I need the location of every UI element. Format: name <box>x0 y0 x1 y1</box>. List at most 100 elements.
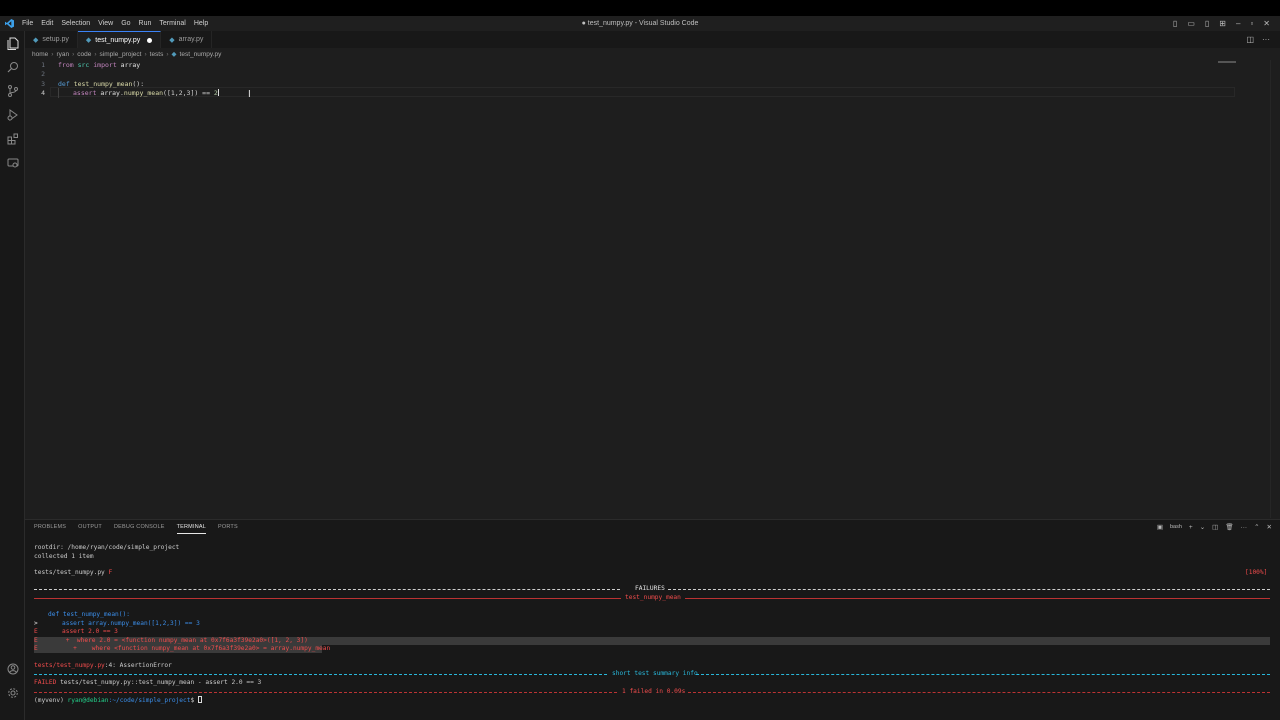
more-actions-icon[interactable]: ··· <box>1241 524 1248 531</box>
source-control-icon[interactable] <box>5 83 20 98</box>
python-file-icon: ◆ <box>33 36 39 44</box>
python-file-icon: ◆ <box>85 37 92 44</box>
tab-array-py[interactable]: ◆ array.py <box>161 31 213 48</box>
failure-test-name: test_numpy_mean <box>625 594 681 601</box>
code-line: 1 from src import array <box>25 60 1225 70</box>
remote-explorer-icon[interactable] <box>5 155 20 170</box>
activity-bar <box>0 31 25 720</box>
summary-separator-left <box>34 674 607 675</box>
panel-tabs: PROBLEMS OUTPUT DEBUG CONSOLE TERMINAL P… <box>34 524 238 534</box>
result-separator-right <box>688 691 1270 693</box>
tab-terminal[interactable]: TERMINAL <box>176 524 206 534</box>
editor-actions: ◫ ··· <box>1246 31 1270 48</box>
editor-scrollbar[interactable] <box>1270 60 1276 518</box>
tab-label: test_numpy.py <box>95 36 141 44</box>
kill-terminal-icon[interactable]: 🗑 <box>1225 523 1233 531</box>
separator-left <box>34 589 620 590</box>
toggle-panel-icon[interactable]: ▭ <box>1187 19 1195 28</box>
tab-debug-console[interactable]: DEBUG CONSOLE <box>114 524 165 534</box>
menu-go[interactable]: Go <box>117 16 134 31</box>
breadcrumb-item[interactable]: simple_project <box>100 51 142 58</box>
terminal-prompt[interactable]: (myvenv) ryan@debian:~/code/simple_proje… <box>34 696 202 705</box>
terminal-line: E + where <function numpy_mean at 0x7f6a… <box>34 645 331 652</box>
new-terminal-icon[interactable]: + <box>1189 524 1193 531</box>
menu-view[interactable]: View <box>94 16 117 31</box>
panel-actions: ▣ bash + ⌄ ◫ 🗑 ··· ⌃ ✕ <box>1156 523 1272 532</box>
breadcrumb: home › ryan › code › simple_project › tests ›… <box>32 49 221 59</box>
vscode-window: File Edit Selection View Go Run Terminal… <box>0 0 1280 720</box>
breadcrumb-item[interactable]: ryan <box>56 51 69 58</box>
editor-tab-bar: ◆ setup.py ◆ test_numpy.py ◆ array.py ◫ … <box>25 31 1280 48</box>
title-bar: File Edit Selection View Go Run Terminal… <box>0 16 1280 31</box>
search-icon[interactable] <box>5 59 20 74</box>
menu-selection[interactable]: Selection <box>57 16 94 31</box>
close-window-icon[interactable]: ✕ <box>1263 19 1270 28</box>
settings-gear-icon[interactable] <box>5 685 20 700</box>
breadcrumb-item[interactable]: code <box>77 51 91 58</box>
terminal-output[interactable]: rootdir: /home/ryan/code/simple_project … <box>34 544 1274 719</box>
tab-problems[interactable]: PROBLEMS <box>34 524 66 534</box>
shell-name[interactable]: bash <box>1170 524 1182 530</box>
indent-guide <box>58 88 59 98</box>
vscode-logo-icon <box>0 16 18 31</box>
code-line: 4 assert array.numpy_mean([1,2,3]) == 2 <box>25 89 1225 99</box>
explorer-icon[interactable] <box>5 36 20 51</box>
tab-label: setup.py <box>42 36 69 43</box>
menu-help[interactable]: Help <box>190 16 212 31</box>
result-separator-left <box>34 691 617 693</box>
line-number: 3 <box>41 79 45 88</box>
failure-separator-left <box>34 598 621 599</box>
menu-file[interactable]: File <box>18 16 37 31</box>
code-text: from src import array <box>58 60 141 69</box>
menu-edit[interactable]: Edit <box>37 16 57 31</box>
chevron-right-icon: › <box>166 50 169 58</box>
chevron-right-icon: › <box>144 50 147 58</box>
window-controls: ▯ ▭ ▯ ⊞ – ▫ ✕ <box>1173 16 1280 31</box>
line-number: 1 <box>41 60 45 69</box>
terminal-line: tests/test_numpy.py:4: AssertionError <box>34 661 172 669</box>
breadcrumb-item[interactable]: test_numpy.py <box>180 51 222 58</box>
chevron-right-icon: › <box>51 50 54 58</box>
tab-setup-py[interactable]: ◆ setup.py <box>25 31 78 48</box>
minimize-icon[interactable]: – <box>1236 19 1240 28</box>
menu-run[interactable]: Run <box>135 16 156 31</box>
more-actions-icon[interactable]: ··· <box>1262 35 1270 44</box>
tab-test-numpy-py[interactable]: ◆ test_numpy.py <box>77 31 162 48</box>
minimap[interactable] <box>1218 61 1236 63</box>
tab-label: array.py <box>178 36 204 43</box>
tab-output[interactable]: OUTPUT <box>78 524 102 534</box>
maximize-icon[interactable]: ▫ <box>1250 19 1253 28</box>
account-icon[interactable] <box>5 661 20 676</box>
maximize-panel-icon[interactable]: ⌃ <box>1254 523 1259 531</box>
code-line: 2 <box>25 70 1225 80</box>
toggle-secondary-sidebar-icon[interactable]: ▯ <box>1205 19 1209 28</box>
breadcrumb-item[interactable]: home <box>32 51 48 58</box>
mouse-ibeam-icon: I <box>248 89 251 100</box>
terminal-line: rootdir: /home/ryan/code/simple_project <box>34 544 180 551</box>
tab-ports[interactable]: PORTS <box>218 524 238 534</box>
unsaved-dot-icon[interactable] <box>147 37 153 43</box>
split-editor-icon[interactable]: ◫ <box>1246 35 1254 44</box>
bottom-panel: PROBLEMS OUTPUT DEBUG CONSOLE TERMINAL P… <box>25 519 1280 720</box>
terminal-line: def test_numpy_mean(): <box>48 611 130 618</box>
customize-layout-icon[interactable]: ⊞ <box>1219 19 1226 28</box>
code-editor[interactable]: 1 from src import array 2 3 def test_num… <box>25 60 1270 518</box>
close-panel-icon[interactable]: ✕ <box>1267 523 1272 531</box>
terminal-line: Eassert 2.0 == 3 <box>34 628 118 635</box>
terminal-line: > assert array.numpy_mean([1,2,3]) == 3 <box>34 619 200 627</box>
text-caret <box>217 89 219 97</box>
code-text: assert array.numpy_mean([1,2,3]) == 2 <box>73 89 219 98</box>
python-file-icon: ◆ <box>169 36 175 44</box>
breadcrumb-item[interactable]: tests <box>150 51 164 58</box>
menu-terminal[interactable]: Terminal <box>155 16 189 31</box>
code-line: 3 def test_numpy_mean(): <box>25 79 1225 89</box>
chevron-down-icon[interactable]: ⌄ <box>1200 523 1205 531</box>
summary-separator-right <box>696 674 1270 675</box>
run-debug-icon[interactable] <box>5 107 20 122</box>
split-terminal-icon[interactable]: ◫ <box>1212 523 1218 531</box>
toggle-sidebar-icon[interactable]: ▯ <box>1173 19 1177 28</box>
extensions-icon[interactable] <box>5 131 20 146</box>
terminal-icon: ▣ <box>1156 524 1163 531</box>
separator-right <box>668 589 1270 590</box>
line-number: 4 <box>41 89 45 98</box>
